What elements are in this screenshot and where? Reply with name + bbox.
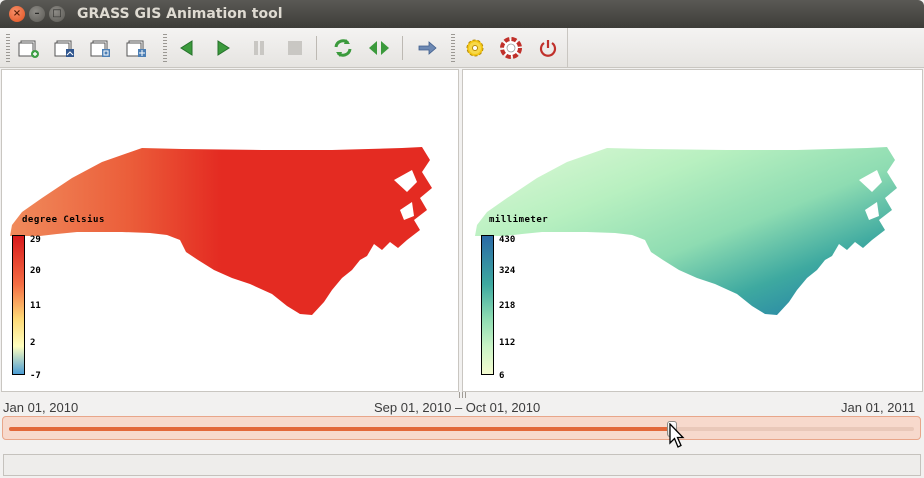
- map-pane-temperature[interactable]: degree Celsius 29 20 11 2 -7: [1, 69, 459, 392]
- add-vector-button[interactable]: [52, 36, 78, 60]
- legend-tick: 29: [30, 235, 41, 245]
- add-layer-icon: [18, 40, 39, 58]
- animation-window: × – □ GRASS GIS Animation tool degree Ce…: [0, 0, 924, 478]
- quit-power-icon: [539, 40, 557, 57]
- timeline-start-label: Jan 01, 2010: [3, 400, 79, 415]
- pane-splitter-grip[interactable]: [459, 392, 467, 398]
- window-title: GRASS GIS Animation tool: [77, 6, 283, 22]
- edit-layers-button[interactable]: [124, 36, 150, 60]
- toolbar-separator: [316, 36, 317, 60]
- quit-button[interactable]: [535, 36, 561, 60]
- status-bar: [3, 454, 921, 476]
- legend-tick: -7: [30, 371, 41, 381]
- play-button[interactable]: [210, 36, 236, 60]
- toolbar-grip[interactable]: [163, 34, 167, 62]
- maximize-window-button[interactable]: □: [49, 6, 65, 22]
- toolbar-grip[interactable]: [451, 34, 455, 62]
- legend-tick: 324: [499, 266, 516, 276]
- loop-button[interactable]: [330, 36, 356, 60]
- help-button[interactable]: [498, 36, 524, 60]
- slider-filled-track: [9, 427, 673, 431]
- timeline-end-label: Jan 01, 2011: [841, 400, 916, 415]
- minimize-window-button[interactable]: –: [29, 6, 45, 22]
- north-carolina-shape: [475, 147, 897, 315]
- map-pane-precipitation[interactable]: millimeter 430 324 218 112 6: [462, 69, 923, 392]
- temperature-legend-bar: [12, 235, 25, 375]
- title-bar: × – □ GRASS GIS Animation tool: [0, 0, 924, 28]
- north-carolina-shape: [10, 147, 432, 315]
- legend-tick: 2: [30, 338, 36, 348]
- edit-layers-icon: [126, 40, 146, 57]
- close-window-button[interactable]: ×: [9, 6, 25, 22]
- add-raster-series-button[interactable]: [88, 36, 114, 60]
- pause-icon: [254, 41, 264, 55]
- legend-tick: 112: [499, 338, 516, 348]
- toolbar: [0, 28, 924, 68]
- loop-icon: [334, 39, 352, 57]
- legend-tick: 20: [30, 266, 41, 276]
- add-raster-series-icon: [90, 40, 110, 57]
- help-lifebuoy-icon: [500, 37, 522, 59]
- legend-unit-label: degree Celsius: [22, 215, 105, 225]
- mouse-pointer-icon: [669, 423, 685, 448]
- legend-tick: 430: [499, 235, 516, 245]
- legend-tick: 11: [30, 301, 41, 311]
- settings-gear-icon: [466, 39, 484, 57]
- legend-unit-label: millimeter: [489, 215, 549, 225]
- stop-button[interactable]: [282, 36, 308, 60]
- time-slider[interactable]: [2, 416, 921, 440]
- timeline-current-label: Sep 01, 2010 – Oct 01, 2010: [374, 400, 541, 415]
- play-back-icon: [180, 40, 193, 56]
- next-icon: [418, 41, 437, 55]
- temperature-map: [10, 147, 432, 315]
- toolbar-grip[interactable]: [6, 34, 10, 62]
- stop-icon: [288, 41, 302, 55]
- pause-button[interactable]: [246, 36, 272, 60]
- play-icon: [217, 40, 230, 56]
- reverse-button[interactable]: [366, 36, 392, 60]
- settings-button[interactable]: [462, 36, 488, 60]
- precipitation-legend-bar: [481, 235, 494, 375]
- legend-tick: 218: [499, 301, 516, 311]
- play-backward-button[interactable]: [174, 36, 200, 60]
- precipitation-map: [475, 147, 897, 315]
- next-button[interactable]: [414, 36, 440, 60]
- toolbar-end-separator: [567, 28, 568, 68]
- add-vector-icon: [54, 40, 74, 57]
- reverse-icon: [369, 41, 389, 55]
- legend-tick: 6: [499, 371, 505, 381]
- add-layer-button[interactable]: [16, 36, 42, 60]
- toolbar-separator: [402, 36, 403, 60]
